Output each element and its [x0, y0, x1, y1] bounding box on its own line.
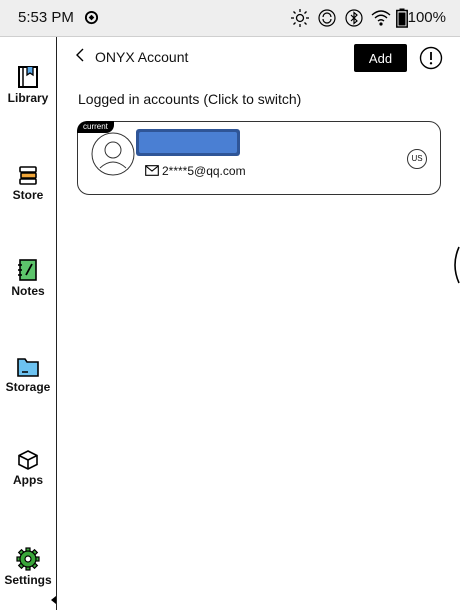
add-account-button[interactable]: Add	[354, 44, 407, 72]
refresh-icon	[317, 8, 337, 33]
notes-icon	[18, 259, 37, 281]
settings-icon	[16, 547, 40, 571]
sidebar-item-notes[interactable]: Notes	[0, 258, 56, 298]
chevron-left-icon	[76, 48, 84, 62]
redacted-username	[136, 129, 240, 156]
info-button[interactable]	[419, 46, 443, 75]
sidebar: Library Store Notes Storage Apps Setting…	[0, 37, 57, 610]
sidebar-item-label: Library	[7, 91, 49, 105]
sidebar-item-label: Storage	[5, 380, 51, 394]
side-edge-handle[interactable]	[449, 245, 460, 285]
sync-icon	[84, 10, 99, 30]
region-badge: US	[407, 149, 427, 169]
account-card[interactable]: current 2****5@qq.com US	[77, 121, 441, 195]
sidebar-item-store[interactable]: Store	[0, 164, 56, 202]
info-icon	[419, 46, 443, 70]
accounts-subtitle: Logged in accounts (Click to switch)	[78, 91, 302, 107]
sidebar-item-settings[interactable]: Settings	[0, 547, 56, 587]
wifi-icon	[370, 8, 392, 33]
status-bar: 5:53 PM 100%	[0, 0, 460, 37]
sidebar-item-storage[interactable]: Storage	[0, 356, 56, 394]
back-button[interactable]	[75, 47, 85, 68]
store-icon	[19, 166, 37, 185]
library-icon	[18, 66, 38, 88]
page-title: ONYX Account	[95, 49, 189, 65]
sidebar-item-apps[interactable]: Apps	[0, 449, 56, 487]
battery-icon	[396, 8, 408, 33]
sidebar-item-label: Apps	[13, 473, 43, 487]
apps-icon	[18, 450, 38, 470]
avatar	[91, 132, 135, 176]
brightness-icon	[290, 8, 310, 33]
status-time: 5:53 PM	[18, 9, 74, 26]
account-email: 2****5@qq.com	[162, 164, 246, 178]
sidebar-item-library[interactable]: Library	[0, 65, 56, 105]
sidebar-item-label: Store	[12, 188, 44, 202]
sidebar-item-label: Settings	[4, 573, 52, 587]
mail-icon	[145, 165, 159, 176]
storage-icon	[17, 358, 39, 377]
sidebar-item-label: Notes	[11, 284, 45, 298]
battery-percent: 100%	[407, 9, 446, 26]
active-indicator	[51, 596, 56, 604]
bluetooth-icon	[344, 8, 364, 33]
